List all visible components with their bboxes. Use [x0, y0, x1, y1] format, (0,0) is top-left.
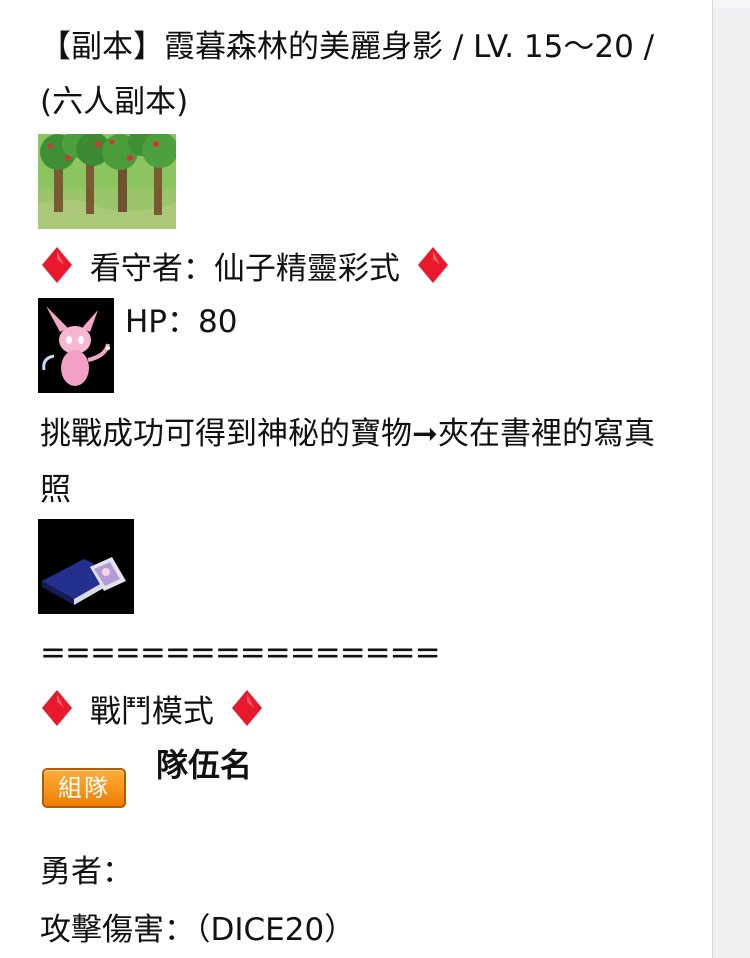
damage-label: 攻擊傷害：（DICE20） — [40, 912, 356, 948]
hero-label: 勇者： — [40, 854, 133, 890]
reward-text: 挑戰成功可得到神秘的寶物➞夾在書裡的寫真照 — [40, 416, 655, 508]
page-title: 【副本】霞暮森林的美麗身影 / LV. 15～20 / (六人副本) — [40, 29, 655, 120]
red-diamond-icon — [416, 245, 450, 285]
red-diamond-icon — [40, 688, 74, 728]
scroll-gutter — [713, 0, 750, 958]
post-content: 【副本】霞暮森林的美麗身影 / LV. 15～20 / (六人副本) 看守者：仙… — [0, 0, 713, 958]
guardian-row: 看守者：仙子精靈彩式 — [40, 245, 450, 289]
guardian-label: 看守者：仙子精靈彩式 — [89, 251, 400, 287]
hp-value: HP：80 — [125, 304, 238, 340]
red-diamond-icon — [230, 688, 264, 728]
battle-mode-label: 戰鬥模式 — [89, 694, 214, 730]
red-diamond-icon — [40, 245, 74, 285]
battle-mode-row: 戰鬥模式 — [40, 688, 264, 732]
book-photo-image — [38, 519, 134, 614]
fairy-sprite — [38, 298, 114, 393]
team-name-label: 隊伍名 — [156, 746, 253, 784]
team-button[interactable]: 組隊 — [42, 768, 126, 808]
forest-image — [38, 134, 176, 229]
separator-line: ================ — [40, 635, 441, 671]
